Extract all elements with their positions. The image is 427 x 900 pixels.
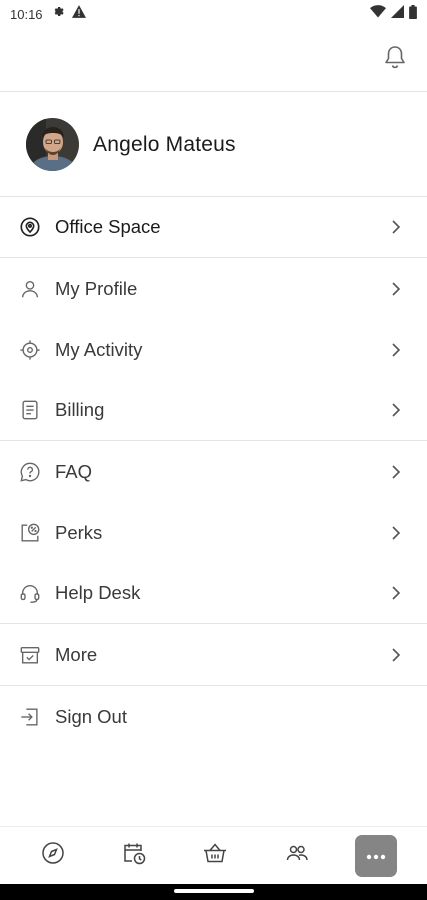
menu-item-faq[interactable]: FAQ: [0, 441, 427, 502]
bottom-navigation: [0, 826, 427, 884]
menu-item-label: More: [55, 643, 98, 665]
menu-item-billing[interactable]: Billing: [0, 380, 427, 441]
menu-item-my-activity[interactable]: My Activity: [0, 319, 427, 380]
calendar-clock-icon: [121, 840, 147, 871]
question-bubble-icon: [18, 460, 42, 484]
menu-item-label: FAQ: [55, 460, 93, 482]
basket-icon: [202, 841, 228, 870]
location-pin-icon: [18, 215, 42, 239]
battery-icon: [409, 4, 417, 24]
person-icon: [18, 277, 42, 301]
chevron-right-icon: [391, 525, 403, 541]
chevron-right-icon: [391, 402, 403, 418]
avatar: [26, 118, 79, 171]
profile-name: Angelo Mateus: [93, 132, 236, 156]
menu-item-label: My Profile: [55, 277, 138, 299]
menu-item-help-desk[interactable]: Help Desk: [0, 563, 427, 624]
notifications-button[interactable]: [381, 44, 409, 74]
chevron-right-icon: [391, 219, 403, 235]
menu-item-label: Sign Out: [55, 706, 127, 727]
people-icon: [285, 842, 309, 869]
home-gesture-handle[interactable]: [174, 889, 254, 893]
gear-icon: [51, 5, 64, 23]
menu-item-office-space[interactable]: Office Space: [0, 197, 427, 258]
menu-item-label: Help Desk: [55, 582, 141, 603]
sign-out-icon: [18, 705, 42, 729]
profile-header[interactable]: Angelo Mateus: [0, 93, 427, 197]
document-icon: [18, 398, 42, 422]
discount-tag-icon: [18, 521, 42, 545]
menu-item-label: My Activity: [55, 338, 143, 360]
headset-icon: [18, 581, 42, 605]
menu-item-label: Billing: [55, 399, 105, 420]
menu-item-my-profile[interactable]: My Profile: [0, 258, 427, 319]
nav-community[interactable]: [274, 834, 320, 878]
menu-item-perks[interactable]: Perks: [0, 502, 427, 563]
compass-icon: [41, 841, 65, 870]
menu-item-label: Office Space: [55, 216, 161, 237]
nav-bookings[interactable]: [111, 834, 157, 878]
top-app-bar: [0, 28, 427, 92]
nav-more[interactable]: [355, 834, 398, 877]
nav-shop[interactable]: [192, 834, 238, 878]
wifi-icon: [370, 5, 386, 23]
menu-item-label: Perks: [55, 521, 103, 543]
menu-item-more[interactable]: More: [0, 624, 427, 686]
signal-icon: [391, 5, 404, 23]
box-check-icon: [18, 643, 42, 667]
crosshair-icon: [18, 338, 42, 362]
more-dots-icon: [366, 847, 386, 865]
chevron-right-icon: [391, 342, 403, 358]
nav-explore[interactable]: [30, 834, 76, 878]
bell-icon: [383, 44, 407, 75]
menu-item-sign-out[interactable]: Sign Out: [0, 686, 427, 748]
system-navigation-bar: [0, 884, 427, 900]
chevron-right-icon: [391, 647, 403, 663]
status-time: 10:16: [10, 6, 43, 22]
status-bar: 10:16: [0, 0, 427, 28]
chevron-right-icon: [391, 281, 403, 297]
menu-list: Office Space My Profile My Activity Bill…: [0, 197, 427, 748]
chevron-right-icon: [391, 585, 403, 601]
warning-icon: [71, 5, 86, 23]
chevron-right-icon: [391, 464, 403, 480]
